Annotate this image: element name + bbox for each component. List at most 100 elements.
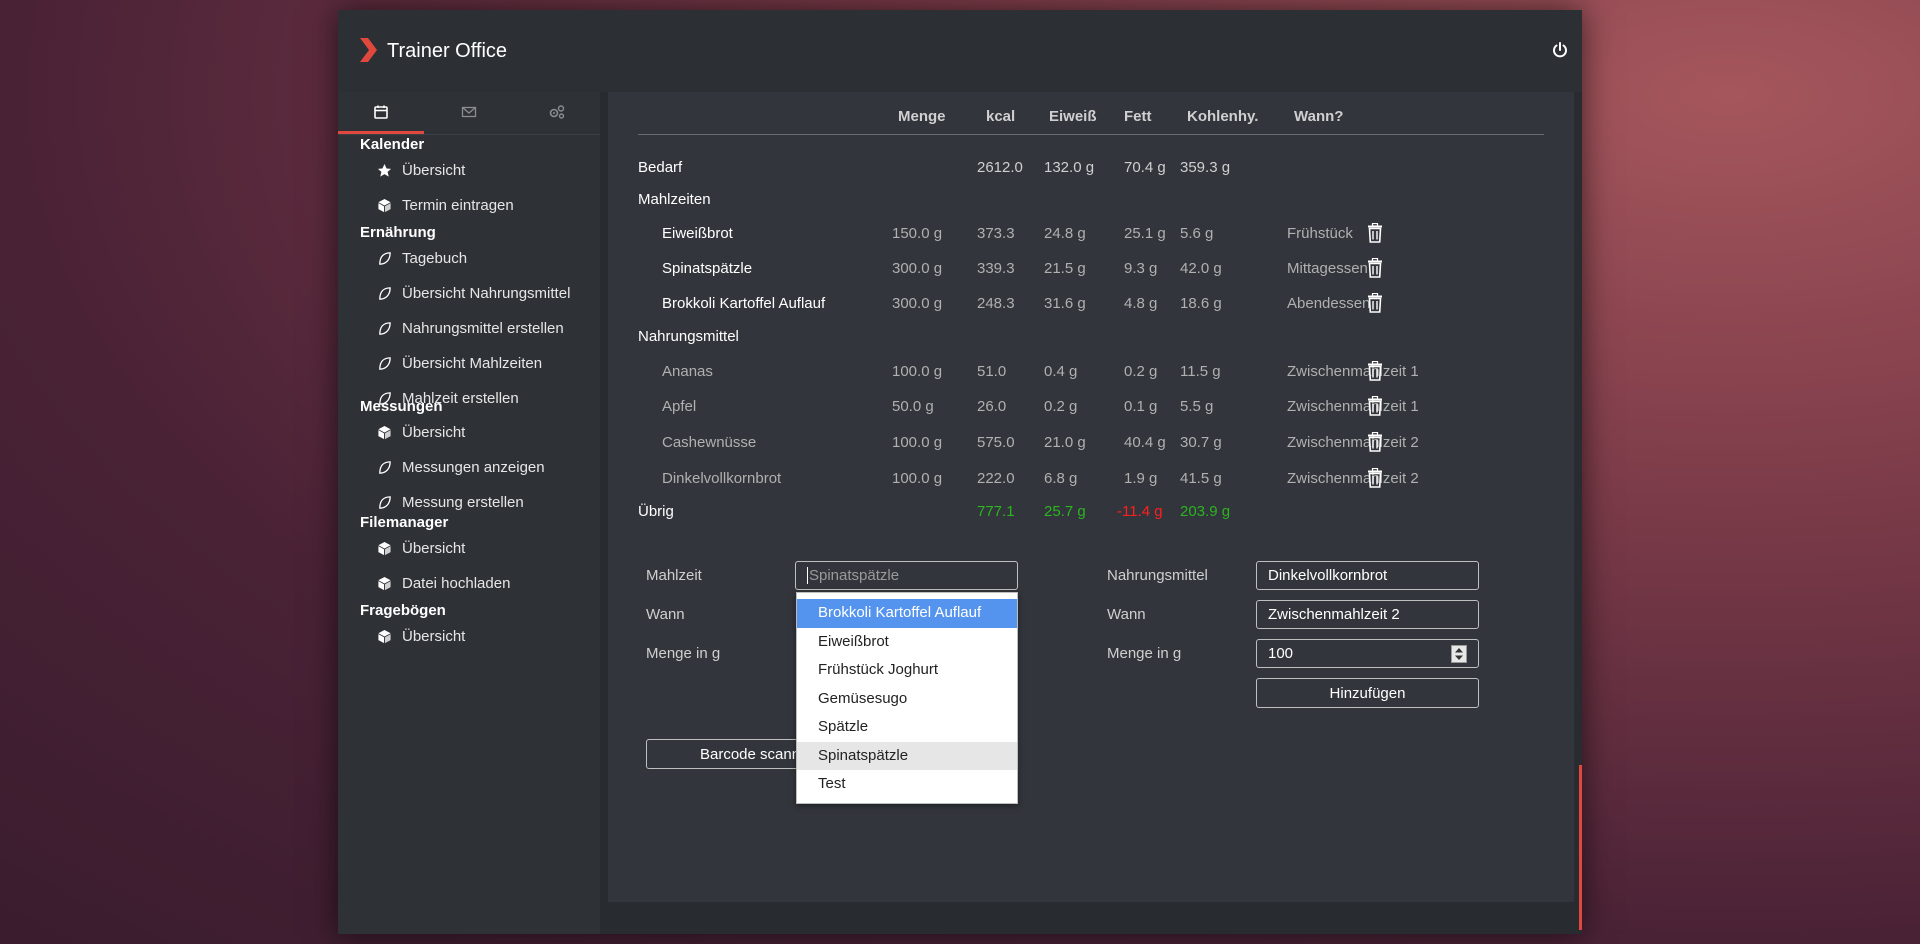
- nahrungsmittel-section-label: Nahrungsmittel: [638, 328, 739, 345]
- uebrig-kohlenhy: 203.9 g: [1180, 503, 1231, 520]
- sidebar-section-kalender: Kalender: [360, 136, 425, 153]
- wann-label-left: Wann: [646, 606, 685, 623]
- sidebar-item-label: Messung erstellen: [402, 493, 524, 511]
- delete-meal-button[interactable]: [1367, 257, 1383, 278]
- cube-icon: [376, 575, 392, 591]
- bedarf-label: Bedarf: [638, 159, 683, 176]
- sidebar-section-filemanager: Filemanager: [360, 514, 449, 531]
- mahlzeit-label: Mahlzeit: [646, 567, 702, 584]
- sidebar-item[interactable]: Übersicht: [360, 419, 590, 445]
- uebrig-kcal: 777.1: [977, 503, 1015, 520]
- menge-label-right: Menge in g: [1107, 645, 1182, 662]
- food-kohlenhy: 41.5 g: [1180, 470, 1222, 487]
- meal-fett: 25.1 g: [1124, 225, 1166, 242]
- food-wann: Zwischenmahlzeit 2: [1287, 434, 1419, 451]
- sidebar-item[interactable]: Übersicht: [360, 623, 590, 649]
- sidebar-item[interactable]: Messungen anzeigen: [360, 454, 590, 480]
- trash-icon: [1368, 467, 1382, 488]
- meal-wann: Mittagessen: [1287, 260, 1368, 277]
- delete-food-button[interactable]: [1367, 360, 1383, 381]
- sidebar-item[interactable]: Übersicht Mahlzeiten: [360, 350, 590, 376]
- delete-food-button[interactable]: [1367, 431, 1383, 452]
- food-kohlenhy: 30.7 g: [1180, 434, 1222, 451]
- trash-icon: [1368, 431, 1382, 452]
- app-header: Trainer Office: [338, 10, 1582, 92]
- food-eiweiss: 0.2 g: [1044, 398, 1078, 415]
- meal-menge: 300.0 g: [892, 260, 943, 277]
- food-menge: 100.0 g: [892, 470, 943, 487]
- power-icon[interactable]: [1550, 40, 1570, 60]
- food-menge: 50.0 g: [892, 398, 934, 415]
- bedarf-kcal: 2612.0: [977, 159, 1023, 176]
- trash-icon: [1368, 257, 1382, 278]
- delete-meal-button[interactable]: [1367, 222, 1383, 243]
- food-kcal: 222.0: [977, 470, 1015, 487]
- dropdown-option[interactable]: Test: [797, 770, 1017, 799]
- trash-icon: [1368, 360, 1382, 381]
- mahlzeit-dropdown-list: Brokkoli Kartoffel Auflauf Eiweißbrot Früh…: [796, 592, 1018, 804]
- leaf-icon: [376, 250, 392, 266]
- scrollbar-accent[interactable]: [1579, 765, 1582, 930]
- sidebar-item-label: Datei hochladen: [402, 574, 511, 592]
- food-kohlenhy: 5.5 g: [1180, 398, 1214, 415]
- trash-icon: [1368, 292, 1382, 313]
- sidebar-item[interactable]: Übersicht: [360, 157, 590, 183]
- sidebar-item[interactable]: Termin eintragen: [360, 192, 590, 218]
- meal-name: Eiweißbrot: [662, 225, 733, 242]
- wann-select[interactable]: Zwischenmahlzeit 2: [1256, 600, 1479, 629]
- sidebar-item[interactable]: Datei hochladen: [360, 570, 590, 596]
- sidebar-tabs: [338, 92, 600, 135]
- dropdown-option[interactable]: Brokkoli Kartoffel Auflauf: [797, 599, 1017, 628]
- delete-meal-button[interactable]: [1367, 292, 1383, 313]
- sidebar-item[interactable]: Übersicht: [360, 535, 590, 561]
- tab-messages[interactable]: [426, 92, 512, 132]
- logo-chevron-icon: [360, 38, 377, 62]
- sidebar-item[interactable]: Messung erstellen: [360, 489, 590, 515]
- meal-fett: 9.3 g: [1124, 260, 1158, 277]
- mahlzeiten-section-label: Mahlzeiten: [638, 191, 711, 208]
- meal-eiweiss: 24.8 g: [1044, 225, 1086, 242]
- food-eiweiss: 6.8 g: [1044, 470, 1078, 487]
- dropdown-option[interactable]: Spinatspätzle: [797, 741, 1017, 770]
- trash-icon: [1368, 222, 1382, 243]
- food-fett: 0.1 g: [1124, 398, 1158, 415]
- dropdown-option[interactable]: Spätzle: [797, 713, 1017, 742]
- add-button[interactable]: Hinzufügen: [1256, 678, 1479, 708]
- dropdown-option[interactable]: Gemüsesugo: [797, 685, 1017, 714]
- col-header-menge: Menge: [898, 108, 946, 125]
- cube-icon: [376, 628, 392, 644]
- sidebar-item[interactable]: Übersicht Nahrungsmittel: [360, 280, 590, 306]
- meal-menge: 300.0 g: [892, 295, 943, 312]
- col-header-kcal: kcal: [986, 108, 1016, 125]
- delete-food-button[interactable]: [1367, 467, 1383, 488]
- main-content: Menge kcal Eiweiß Fett Kohlenhy. Wann? B…: [600, 92, 1582, 934]
- food-kohlenhy: 11.5 g: [1180, 363, 1221, 380]
- delete-food-button[interactable]: [1367, 395, 1383, 416]
- number-spinner-icon[interactable]: [1451, 644, 1467, 663]
- tab-calendar[interactable]: [338, 92, 424, 134]
- food-name: Dinkelvollkornbrot: [662, 470, 782, 487]
- col-header-wann: Wann?: [1294, 108, 1344, 125]
- mahlzeit-select-text: Spinatspätzle: [807, 567, 900, 584]
- mahlzeit-select[interactable]: Spinatspätzle: [795, 561, 1018, 590]
- leaf-icon: [376, 320, 392, 336]
- leaf-icon: [376, 494, 392, 510]
- trash-icon: [1368, 395, 1382, 416]
- food-wann: Zwischenmahlzeit 1: [1287, 363, 1419, 380]
- food-name: Ananas: [662, 363, 713, 380]
- menge-number-input[interactable]: 100: [1256, 639, 1479, 668]
- food-eiweiss: 21.0 g: [1044, 434, 1086, 451]
- tab-settings[interactable]: [514, 92, 600, 132]
- sidebar-item-label: Übersicht: [402, 539, 466, 557]
- meal-kcal: 248.3: [977, 295, 1015, 312]
- sidebar-item[interactable]: Tagebuch: [360, 245, 590, 271]
- nahrungsmittel-select[interactable]: Dinkelvollkornbrot: [1256, 561, 1479, 590]
- col-header-fett: Fett: [1124, 108, 1152, 125]
- sidebar-item[interactable]: Nahrungsmittel erstellen: [360, 315, 590, 341]
- food-kcal: 575.0: [977, 434, 1015, 451]
- dropdown-option[interactable]: Eiweißbrot: [797, 628, 1017, 657]
- food-name: Cashewnüsse: [662, 434, 757, 451]
- meal-name: Spinatspätzle: [662, 260, 753, 277]
- sidebar-item-label: Übersicht Nahrungsmittel: [402, 284, 571, 302]
- dropdown-option[interactable]: Frühstück Joghurt: [797, 656, 1017, 685]
